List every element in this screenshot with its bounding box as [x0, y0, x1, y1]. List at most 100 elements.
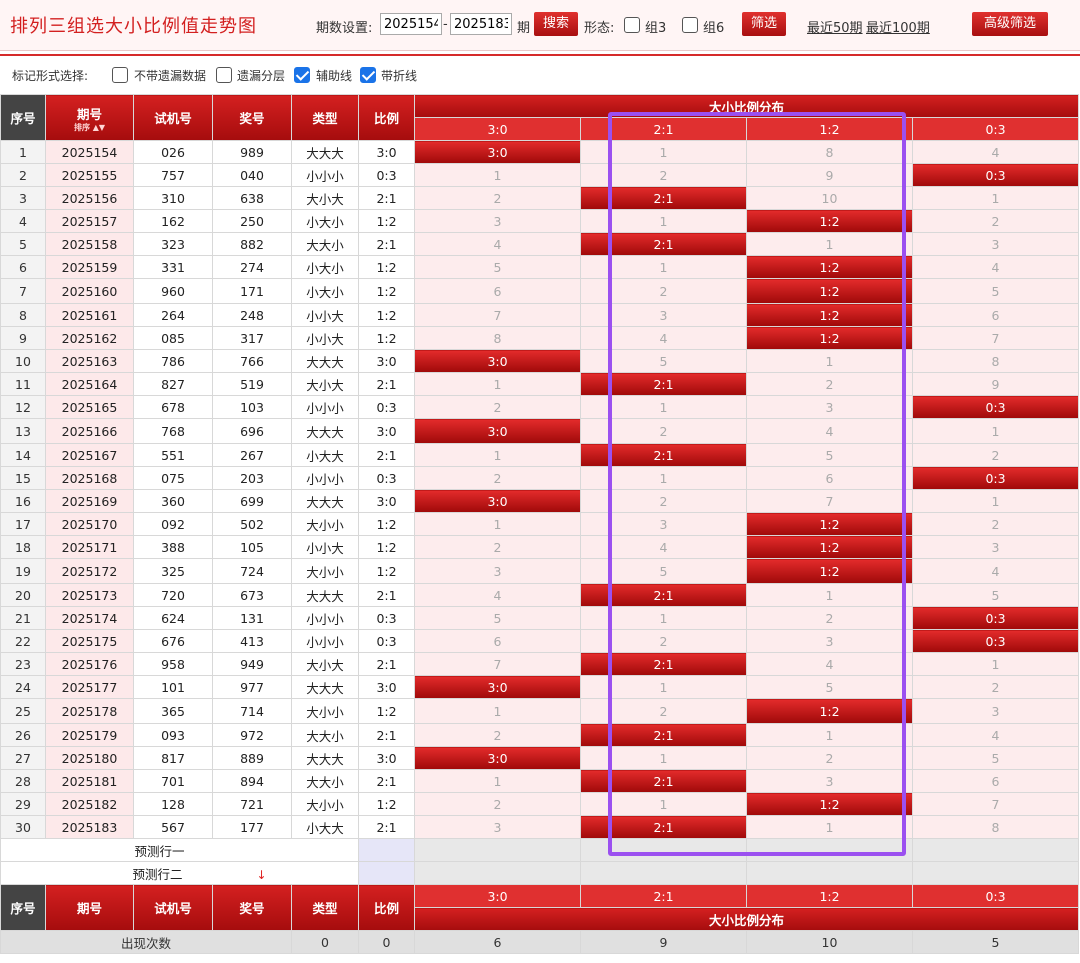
predict-row-2-cell[interactable]: [912, 861, 1079, 885]
predict-row-1-cell[interactable]: [414, 838, 581, 862]
dist-omission-cell: 2: [580, 163, 747, 187]
guide-line-checkbox[interactable]: [294, 67, 310, 83]
period-to-input[interactable]: [450, 13, 512, 35]
cell-trial: 093: [133, 723, 213, 747]
predict-row-1[interactable]: 预测行一: [0, 838, 1079, 862]
dist-hit-cell: 0:3: [912, 395, 1079, 419]
dist-omission-cell: 8: [912, 815, 1079, 839]
cell-prize: 882: [212, 232, 292, 256]
cell-seq: 14: [0, 443, 46, 467]
cell-prize: 889: [212, 746, 292, 770]
dist-hit-cell: 3:0: [414, 489, 581, 513]
no-omission-checkbox[interactable]: [112, 67, 128, 83]
period-dash: -: [443, 17, 448, 32]
table-row: 30 2025183 567 177 小大大 2:1 3 2:1 1 8: [0, 815, 1079, 839]
period-from-input[interactable]: [380, 13, 442, 35]
cell-prize: 766: [212, 349, 292, 373]
cell-trial: 567: [133, 815, 213, 839]
advanced-filter-button[interactable]: 高级筛选: [972, 12, 1048, 36]
dist-omission-cell: 2: [912, 443, 1079, 467]
cell-trial: 827: [133, 372, 213, 396]
cell-seq: 6: [0, 255, 46, 279]
dist-omission-cell: 3: [414, 558, 581, 584]
polyline-checkbox[interactable]: [360, 67, 376, 83]
cell-trial: 720: [133, 583, 213, 607]
cell-trial: 701: [133, 769, 213, 793]
predict-row-2-label-cell: 预测行二 ↓: [0, 861, 359, 885]
cell-ratio: 1:2: [358, 209, 415, 233]
table-row: 16 2025169 360 699 大大大 3:0 3:0 2 7 1: [0, 489, 1079, 513]
cell-prize: 177: [212, 815, 292, 839]
col-header-type: 类型: [291, 94, 359, 141]
dist-omission-cell: 4: [912, 723, 1079, 747]
table-row: 9 2025162 085 317 小小大 1:2 8 4 1:2 7: [0, 326, 1079, 350]
predict-row-2-ratio[interactable]: [358, 861, 415, 885]
dist-omission-cell: 6: [912, 769, 1079, 793]
arrow-down-icon[interactable]: ↓: [256, 868, 266, 882]
predict-row-2-cell[interactable]: [414, 861, 581, 885]
cell-trial: 768: [133, 418, 213, 444]
predict-row-1-cell[interactable]: [580, 838, 747, 862]
table-row: 21 2025174 624 131 小小小 0:3 5 1 2 0:3: [0, 606, 1079, 630]
dist-omission-cell: 1: [414, 443, 581, 467]
omission-layer-checkbox[interactable]: [216, 67, 232, 83]
cell-seq: 12: [0, 395, 46, 419]
cell-ratio: 0:3: [358, 163, 415, 187]
dist-omission-cell: 5: [414, 606, 581, 630]
dist-omission-cell: 5: [746, 675, 913, 699]
cell-type: 大小小: [291, 792, 359, 816]
predict-row-2[interactable]: 预测行二 ↓: [0, 861, 1079, 885]
count-ratio: 0: [358, 930, 415, 954]
table-row: 6 2025159 331 274 小大小 1:2 5 1 1:2 4: [0, 255, 1079, 279]
cell-seq: 30: [0, 815, 46, 839]
predict-row-2-cell[interactable]: [580, 861, 747, 885]
table-row: 25 2025178 365 714 大小小 1:2 1 2 1:2 3: [0, 698, 1079, 724]
dist-omission-cell: 2: [414, 723, 581, 747]
dist-omission-cell: 4: [414, 583, 581, 607]
footer-header-type: 类型: [291, 884, 359, 931]
recent-100-link[interactable]: 最近100期: [866, 17, 930, 36]
cell-ratio: 0:3: [358, 629, 415, 653]
table-row: 1 2025154 026 989 大大大 3:0 3:0 1 8 4: [0, 140, 1079, 164]
search-button[interactable]: 搜索: [534, 12, 578, 36]
dist-hit-cell: 2:1: [580, 583, 747, 607]
cell-ratio: 2:1: [358, 652, 415, 676]
count-dist: 10: [746, 930, 913, 954]
cell-issue: 2025171: [45, 535, 134, 559]
predict-row-1-cell[interactable]: [746, 838, 913, 862]
col-header-prize: 奖号: [212, 94, 292, 141]
cell-issue: 2025181: [45, 769, 134, 793]
dist-omission-cell: 7: [912, 326, 1079, 350]
recent-50-link[interactable]: 最近50期: [807, 17, 863, 36]
predict-row-2-cell[interactable]: [746, 861, 913, 885]
cell-trial: 817: [133, 746, 213, 770]
table-row: 10 2025163 786 766 大大大 3:0 3:0 5 1 8: [0, 349, 1079, 373]
table-row: 11 2025164 827 519 大小大 2:1 1 2:1 2 9: [0, 372, 1079, 396]
issue-header-label: 期号: [76, 106, 102, 122]
cell-type: 小大大: [291, 815, 359, 839]
table-row: 28 2025181 701 894 大大小 2:1 1 2:1 3 6: [0, 769, 1079, 793]
predict-row-1-ratio[interactable]: [358, 838, 415, 862]
filter-button[interactable]: 筛选: [742, 12, 786, 36]
cell-issue: 2025159: [45, 255, 134, 279]
col-header-issue[interactable]: 期号 排序 ▲▼: [45, 94, 134, 141]
cell-trial: 026: [133, 140, 213, 164]
cell-issue: 2025178: [45, 698, 134, 724]
cell-ratio: 3:0: [358, 489, 415, 513]
cell-ratio: 3:0: [358, 418, 415, 444]
predict-row-1-cell[interactable]: [912, 838, 1079, 862]
dist-omission-cell: 1: [912, 489, 1079, 513]
sort-icon[interactable]: 排序 ▲▼: [47, 123, 133, 132]
cell-type: 大大大: [291, 140, 359, 164]
cell-trial: 075: [133, 466, 213, 490]
dist-omission-cell: 5: [912, 583, 1079, 607]
dist-hit-cell: 1:2: [746, 326, 913, 350]
cell-seq: 24: [0, 675, 46, 699]
dist-hit-cell: 2:1: [580, 372, 747, 396]
dist-omission-cell: 9: [912, 372, 1079, 396]
dist-omission-cell: 2: [414, 186, 581, 210]
group6-checkbox[interactable]: [682, 17, 698, 33]
cell-ratio: 2:1: [358, 723, 415, 747]
dist-omission-cell: 5: [414, 255, 581, 279]
group3-checkbox[interactable]: [624, 17, 640, 33]
